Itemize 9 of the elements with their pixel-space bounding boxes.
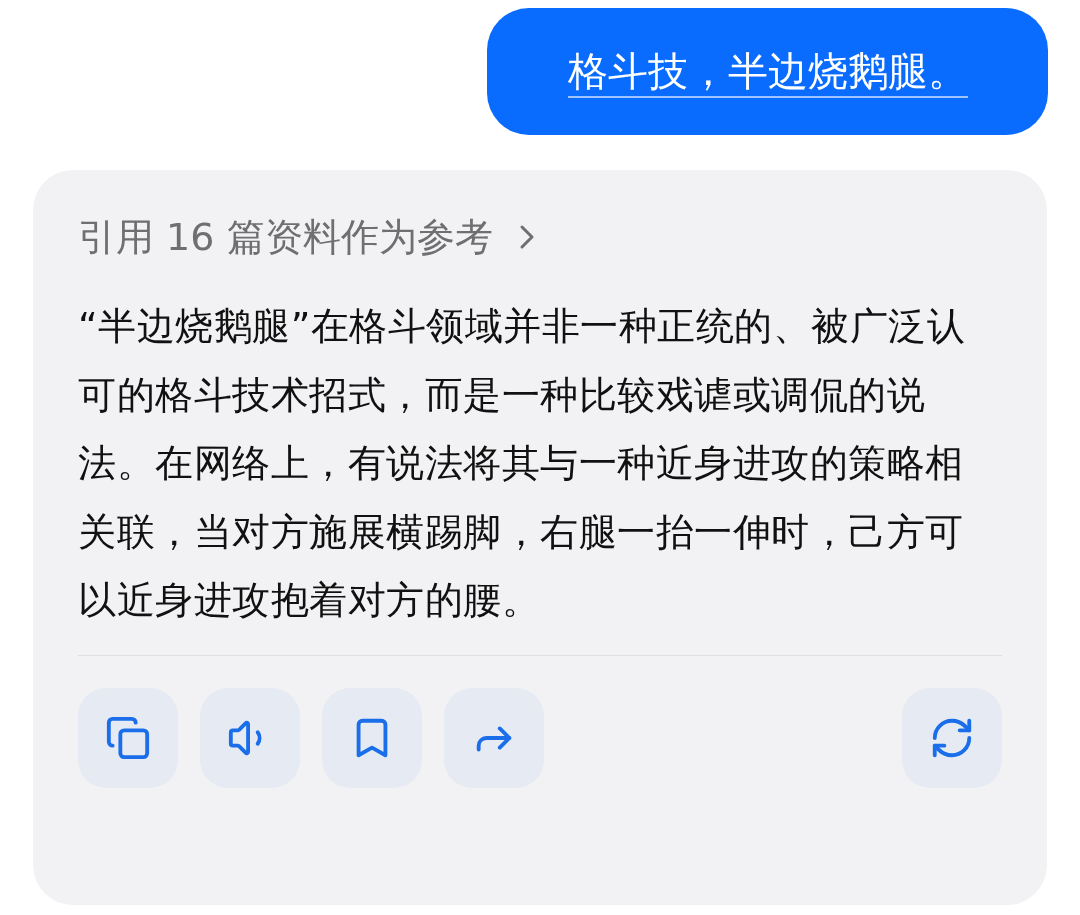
share-button[interactable] — [444, 687, 544, 788]
regenerate-button[interactable] — [902, 687, 1002, 788]
copy-icon — [105, 714, 151, 761]
user-message-text: 格斗技，半边烧鹅腿。 — [567, 45, 968, 98]
copy-button[interactable] — [78, 687, 178, 788]
read-aloud-button[interactable] — [200, 687, 300, 788]
answer-text: “半边烧鹅腿”在格斗领域并非一种正统的、被广泛认可的格斗技术招式，而是一种比较戏谑或调侃的说法。在网络上，有说法将其与一种近身进攻的策略相关联，当对方施展横踢脚，右腿一抬一伸时，己方可以近身进攻抱着对方的腰。 — [78, 303, 967, 624]
bookmark-button[interactable] — [322, 687, 422, 788]
references-link[interactable]: 引用 16 篇资料作为参考 — [78, 211, 493, 263]
